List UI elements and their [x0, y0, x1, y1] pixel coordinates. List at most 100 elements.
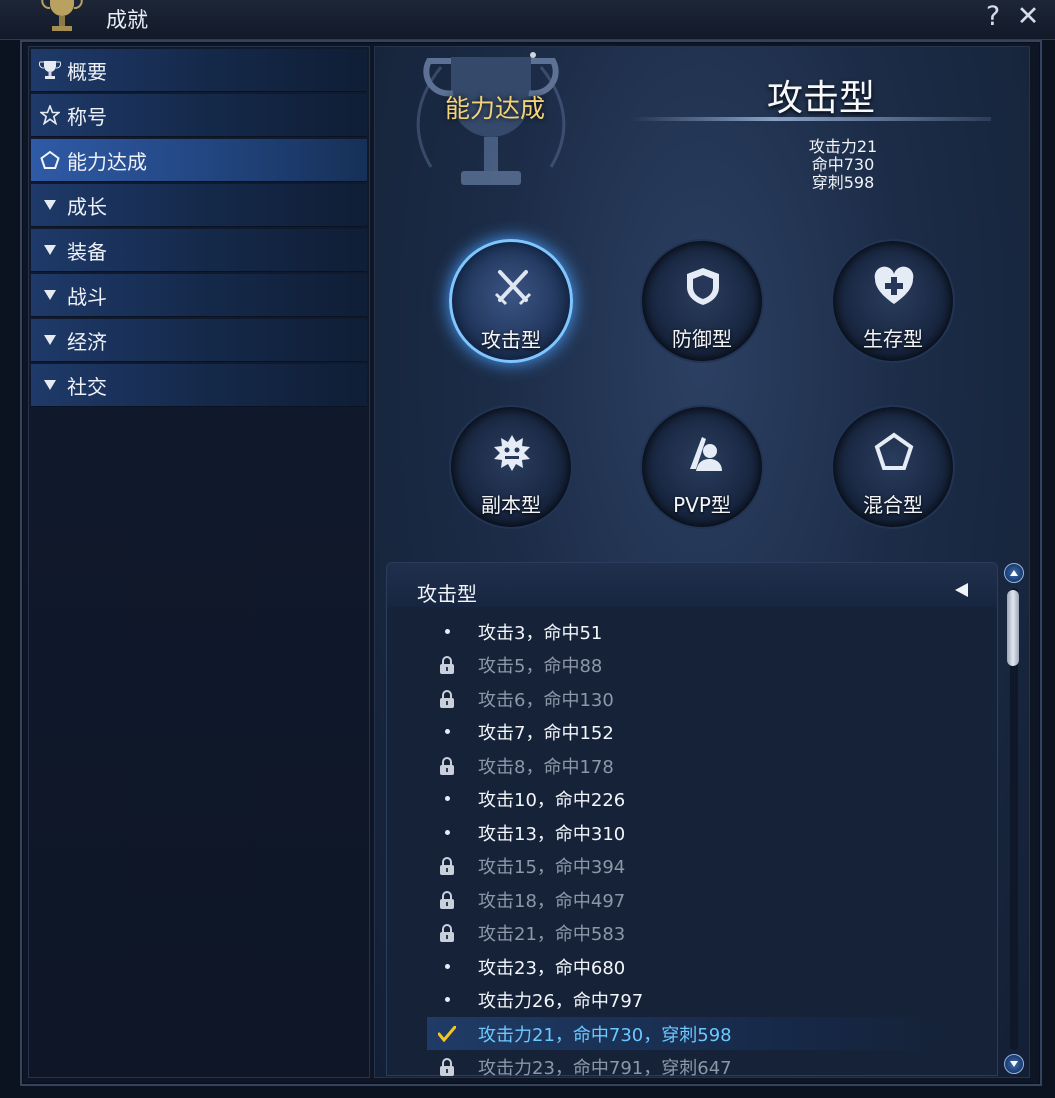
achievement-text: 攻击6，命中130: [478, 689, 614, 711]
chevron-down-icon: [1010, 1061, 1018, 1067]
triangle-down-icon: [43, 195, 57, 215]
help-button[interactable]: ?: [978, 2, 1008, 32]
type-title: 攻击型: [767, 78, 876, 119]
bullet-icon: [427, 950, 467, 983]
achievement-text: 攻击18，命中497: [478, 890, 626, 912]
star-icon: [39, 105, 61, 125]
list-item: 攻击5，命中88: [427, 648, 947, 681]
sidebar-item-label: 装备: [67, 239, 107, 264]
sidebar-item-label: 社交: [67, 374, 107, 399]
list-item: 攻击力26，命中797: [427, 983, 947, 1016]
sidebar-item-economy[interactable]: 经济: [31, 319, 367, 362]
type-label: 副本型: [481, 493, 541, 517]
pentagon-icon: [39, 150, 61, 170]
close-button[interactable]: ✕: [1013, 2, 1043, 32]
lock-icon: [427, 883, 467, 916]
achievement-text: 攻击10，命中226: [478, 789, 626, 811]
shield-icon: [687, 268, 719, 305]
list-item: 攻击3，命中51: [427, 615, 947, 648]
scroll-down-button[interactable]: [1004, 1054, 1024, 1074]
sidebar-item-combat[interactable]: 战斗: [31, 274, 367, 317]
achievement-text: 攻击15，命中394: [478, 856, 626, 878]
sidebar-item-overview[interactable]: 概要: [31, 49, 367, 92]
stat-accuracy: 命中730: [811, 155, 875, 174]
duel-icon: [690, 437, 722, 471]
type-label: 防御型: [672, 327, 732, 351]
list-item: 攻击18，命中497: [427, 883, 947, 916]
scroll-up-button[interactable]: [1004, 563, 1024, 583]
bullet-icon: [427, 615, 467, 648]
lock-icon: [427, 749, 467, 782]
achievement-text: 攻击8，命中178: [478, 756, 614, 778]
sidebar: 概要 称号 能力达成 成长 装备 战斗 经济 社交: [28, 46, 370, 1078]
chevron-up-icon: [1010, 570, 1018, 576]
type-pvp-button[interactable]: PVP型: [640, 405, 764, 529]
list-header: 攻击型: [387, 563, 997, 607]
sidebar-item-growth[interactable]: 成长: [31, 184, 367, 227]
achievement-text: 攻击13，命中310: [478, 823, 626, 845]
pentagon-icon: [874, 432, 914, 470]
lock-icon: [427, 849, 467, 882]
achievement-text: 攻击5，命中88: [478, 655, 603, 677]
achievement-text: 攻击力21，命中730，穿刺598: [478, 1024, 732, 1046]
crossed-swords-icon: [494, 270, 532, 306]
list-title: 攻击型: [417, 582, 477, 606]
triangle-down-icon: [43, 285, 57, 305]
trophy-icon: [416, 52, 566, 185]
checkmark-icon: [427, 1017, 467, 1050]
sidebar-item-label: 能力达成: [67, 149, 147, 174]
list-item: 攻击15，命中394: [427, 849, 947, 882]
lock-icon: [427, 648, 467, 681]
scrollbar-thumb[interactable]: [1007, 590, 1019, 666]
bullet-icon: [427, 715, 467, 748]
sidebar-item-label: 成长: [67, 194, 107, 219]
type-label: 攻击型: [481, 328, 541, 352]
sidebar-item-titles[interactable]: 称号: [31, 94, 367, 137]
section-name: 能力达成: [445, 94, 546, 123]
bullet-icon: [427, 983, 467, 1016]
monster-icon: [494, 435, 530, 471]
trophy-icon: [41, 0, 83, 31]
achievement-text: 攻击力26，命中797: [478, 990, 644, 1012]
type-defense-button[interactable]: 防御型: [640, 239, 764, 363]
achievement-text: 攻击21，命中583: [478, 923, 626, 945]
list-item: 攻击21，命中583: [427, 916, 947, 949]
list-item: 攻击8，命中178: [427, 749, 947, 782]
triangle-down-icon: [43, 330, 57, 350]
sidebar-item-ability[interactable]: 能力达成: [31, 139, 367, 182]
type-label: PVP型: [673, 493, 731, 517]
lock-icon: [427, 1050, 467, 1083]
stat-attack: 攻击力21: [808, 137, 878, 156]
achievement-text: 攻击力23，命中791，穿刺647: [478, 1057, 732, 1079]
type-survival-button[interactable]: 生存型: [831, 239, 955, 363]
type-mixed-button[interactable]: 混合型: [831, 405, 955, 529]
type-dungeon-button[interactable]: 副本型: [449, 405, 573, 529]
trophy-icon: [39, 60, 61, 80]
sidebar-item-label: 经济: [67, 329, 107, 354]
bullet-icon: [427, 816, 467, 849]
list-item: 攻击13，命中310: [427, 816, 947, 849]
sidebar-item-label: 概要: [67, 59, 107, 84]
sidebar-item-label: 称号: [67, 104, 107, 129]
lock-icon: [427, 682, 467, 715]
triangle-down-icon: [43, 240, 57, 260]
type-label: 生存型: [863, 327, 923, 351]
heart-plus-icon: [874, 266, 914, 304]
collapse-arrow-icon[interactable]: [955, 583, 968, 597]
list-item: 攻击力21，命中730，穿刺598: [427, 1017, 947, 1050]
type-label: 混合型: [863, 493, 923, 517]
list-item: 攻击7，命中152: [427, 715, 947, 748]
achievement-text: 攻击3，命中51: [478, 622, 603, 644]
sidebar-item-social[interactable]: 社交: [31, 364, 367, 407]
sidebar-item-label: 战斗: [67, 284, 107, 309]
sidebar-item-equipment[interactable]: 装备: [31, 229, 367, 272]
list-item: 攻击10，命中226: [427, 782, 947, 815]
list-item: 攻击力23，命中791，穿刺647: [427, 1050, 947, 1083]
bullet-icon: [427, 782, 467, 815]
triangle-down-icon: [43, 375, 57, 395]
list-item: 攻击6，命中130: [427, 682, 947, 715]
window-titlebar: 成就 ? ✕: [0, 0, 1055, 40]
achievement-text: 攻击7，命中152: [478, 722, 614, 744]
type-attack-button[interactable]: 攻击型: [449, 239, 573, 363]
list-item: 攻击23，命中680: [427, 950, 947, 983]
